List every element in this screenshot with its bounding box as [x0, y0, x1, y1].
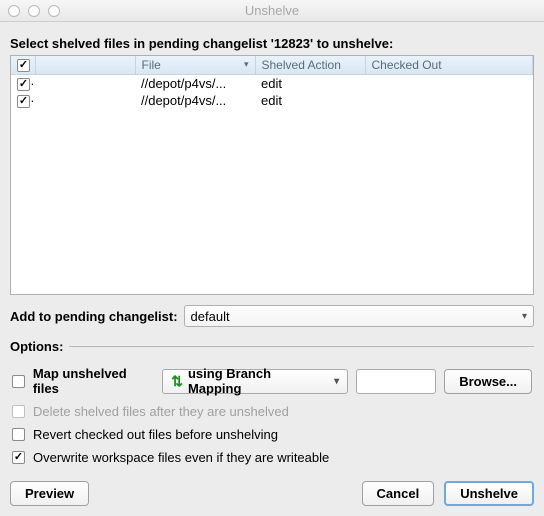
- option-revert-row: Revert checked out files before unshelvi…: [10, 423, 534, 446]
- revert-label: Revert checked out files before unshelvi…: [33, 427, 278, 442]
- instruction-label: Select shelved files in pending changeli…: [10, 36, 534, 51]
- add-to-label: Add to pending changelist:: [10, 309, 178, 324]
- table-row[interactable]: //depot/p4vs/... edit: [11, 92, 533, 109]
- col-header-file-label: File: [142, 58, 161, 72]
- col-header-checkedout[interactable]: Checked Out: [365, 56, 533, 75]
- option-delete-row: Delete shelved files after they are unsh…: [10, 400, 534, 423]
- row-action: edit: [255, 92, 365, 109]
- row-checkbox-icon[interactable]: [17, 95, 30, 108]
- browse-button[interactable]: Browse...: [444, 369, 532, 394]
- preview-button[interactable]: Preview: [10, 481, 89, 506]
- dialog-content: Select shelved files in pending changeli…: [0, 22, 544, 516]
- map-label: Map unshelved files: [33, 366, 154, 396]
- row-checkedout: [365, 92, 533, 109]
- col-header-action[interactable]: Shelved Action: [255, 56, 365, 75]
- add-to-select[interactable]: default ▾: [184, 305, 534, 327]
- col-header-icon[interactable]: [35, 56, 135, 75]
- row-checkbox-icon[interactable]: [17, 78, 30, 91]
- col-header-file[interactable]: File ▾: [135, 56, 255, 75]
- window-controls: [0, 5, 60, 17]
- files-table: File ▾ Shelved Action Checked Out //depo…: [11, 56, 533, 109]
- map-method-select[interactable]: ⇅ using Branch Mapping ▾: [162, 369, 348, 394]
- files-table-wrap: File ▾ Shelved Action Checked Out //depo…: [10, 55, 534, 295]
- zoom-window-icon[interactable]: [48, 5, 60, 17]
- options-label: Options:: [10, 339, 63, 354]
- delete-checkbox: [12, 405, 25, 418]
- footer: Preview Cancel Unshelve: [10, 481, 534, 506]
- unshelve-button[interactable]: Unshelve: [444, 481, 534, 506]
- window-title: Unshelve: [0, 3, 544, 18]
- revert-checkbox[interactable]: [12, 428, 25, 441]
- cancel-button[interactable]: Cancel: [362, 481, 435, 506]
- option-map-row: Map unshelved files ⇅ using Branch Mappi…: [10, 362, 534, 400]
- row-checkedout: [365, 75, 533, 93]
- divider: [69, 346, 534, 347]
- options-header: Options:: [10, 339, 534, 354]
- minimize-window-icon[interactable]: [28, 5, 40, 17]
- map-method-value: using Branch Mapping: [188, 366, 325, 396]
- close-window-icon[interactable]: [8, 5, 20, 17]
- table-row[interactable]: //depot/p4vs/... edit: [11, 75, 533, 93]
- options-block: Map unshelved files ⇅ using Branch Mappi…: [10, 362, 534, 469]
- branch-mapping-icon: ⇅: [171, 374, 183, 388]
- header-checkbox-icon[interactable]: [17, 59, 30, 72]
- sort-indicator-icon: ▾: [244, 58, 249, 70]
- add-to-value: default: [191, 309, 230, 324]
- chevron-down-icon: ▾: [334, 376, 339, 387]
- option-overwrite-row: Overwrite workspace files even if they a…: [10, 446, 534, 469]
- chevron-down-icon: ▾: [522, 311, 527, 322]
- row-file: //depot/p4vs/...: [135, 75, 255, 93]
- overwrite-label: Overwrite workspace files even if they a…: [33, 450, 329, 465]
- map-target-input[interactable]: [356, 369, 436, 394]
- titlebar: Unshelve: [0, 0, 544, 22]
- col-header-check[interactable]: [11, 56, 35, 75]
- overwrite-checkbox[interactable]: [12, 451, 25, 464]
- row-action: edit: [255, 75, 365, 93]
- add-to-row: Add to pending changelist: default ▾: [10, 305, 534, 327]
- map-checkbox[interactable]: [12, 375, 25, 388]
- row-file: //depot/p4vs/...: [135, 92, 255, 109]
- delete-label: Delete shelved files after they are unsh…: [33, 404, 289, 419]
